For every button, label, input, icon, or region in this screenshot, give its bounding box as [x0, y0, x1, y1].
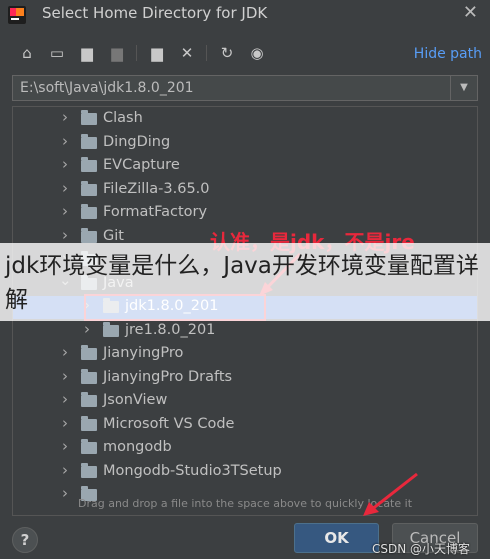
- tree-row-label: jre1.8.0_201: [125, 321, 216, 338]
- dialog-title: Select Home Directory for JDK: [42, 4, 268, 22]
- folder-icon: [81, 110, 97, 125]
- refresh-icon[interactable]: ↻: [216, 42, 238, 64]
- tree-row-label: JsonView: [103, 392, 168, 408]
- ok-button[interactable]: OK: [294, 523, 379, 553]
- chevron-right-icon[interactable]: ›: [59, 367, 71, 385]
- folder-icon: [81, 204, 97, 219]
- help-button[interactable]: ?: [12, 527, 38, 553]
- tree-row[interactable]: › JsonView: [13, 390, 477, 413]
- tree-row[interactable]: › JianyingPro Drafts: [13, 367, 477, 390]
- folder-icon: [81, 392, 97, 407]
- title-bar: Select Home Directory for JDK ✕: [0, 0, 490, 30]
- chevron-right-icon[interactable]: ›: [59, 390, 71, 408]
- close-icon[interactable]: ✕: [463, 2, 478, 23]
- tree-row[interactable]: › Microsoft VS Code: [13, 414, 477, 437]
- chevron-right-icon[interactable]: ›: [59, 108, 71, 126]
- tree-row-label: mongodb: [103, 439, 172, 455]
- hide-path-link[interactable]: Hide path: [414, 46, 482, 62]
- path-input[interactable]: E:\soft\Java\jdk1.8.0_201 ▼: [12, 75, 478, 101]
- folder-icon: [81, 180, 97, 196]
- folder-icon: [81, 415, 97, 431]
- toolbar-separator: [136, 45, 137, 61]
- tree-row-label: Mongodb-Studio3TSetup: [103, 462, 282, 479]
- new-folder-icon[interactable]: ▆: [146, 42, 168, 64]
- home-icon[interactable]: ⌂: [16, 42, 38, 64]
- toolbar-separator: [206, 45, 207, 61]
- folder-icon: [81, 227, 97, 243]
- path-dropdown-arrow-icon[interactable]: ▼: [450, 76, 477, 100]
- tree-row[interactable]: › DingDing: [13, 132, 477, 155]
- banner-text: jdk环境变量是什么，Java开发环境变量配置详解: [5, 253, 479, 313]
- folder-icon: [81, 133, 97, 149]
- chevron-right-icon[interactable]: ›: [59, 155, 71, 173]
- intellij-app-icon: [8, 6, 26, 24]
- watermark-text: CSDN @小天博客: [372, 542, 471, 556]
- tree-row-label: FileZilla-3.65.0: [103, 180, 210, 197]
- tree-row[interactable]: › jre1.8.0_201: [13, 320, 477, 343]
- chevron-right-icon[interactable]: ›: [81, 320, 93, 338]
- ok-pointer-arrow-icon: [363, 472, 418, 516]
- chevron-right-icon[interactable]: ›: [59, 202, 71, 220]
- tree-row-label: JianyingPro: [103, 345, 184, 361]
- tree-row-label: DingDing: [103, 133, 171, 150]
- tree-row[interactable]: › JianyingPro: [13, 343, 477, 366]
- folder-icon: [81, 345, 97, 360]
- folder-icon: [81, 368, 97, 384]
- tree-row[interactable]: › EVCapture: [13, 155, 477, 178]
- tree-row[interactable]: › Clash: [13, 108, 477, 131]
- tree-row[interactable]: › FormatFactory: [13, 202, 477, 225]
- delete-icon[interactable]: ✕: [176, 42, 198, 64]
- folder-icon: [81, 439, 97, 454]
- tree-row-label: FormatFactory: [103, 204, 208, 220]
- folder-icon: [103, 321, 119, 337]
- folder-icon: [81, 157, 97, 172]
- module-folder-icon[interactable]: ▆: [106, 42, 128, 64]
- chevron-right-icon[interactable]: ›: [59, 343, 71, 361]
- tree-row-label: JianyingPro Drafts: [103, 368, 233, 385]
- chevron-right-icon[interactable]: ›: [59, 437, 71, 455]
- desktop-icon[interactable]: ▭: [46, 42, 68, 64]
- show-hidden-icon[interactable]: ◉: [246, 42, 268, 64]
- chevron-right-icon[interactable]: ›: [59, 132, 71, 150]
- chevron-right-icon[interactable]: ›: [59, 414, 71, 432]
- project-folder-icon[interactable]: ▆: [76, 42, 98, 64]
- chevron-right-icon[interactable]: ›: [59, 461, 71, 479]
- path-value: E:\soft\Java\jdk1.8.0_201: [20, 80, 194, 96]
- tree-row-label: Clash: [103, 110, 143, 126]
- chevron-right-icon[interactable]: ›: [59, 179, 71, 197]
- overlay-banner: jdk环境变量是什么，Java开发环境变量配置详解: [0, 243, 490, 321]
- tree-row[interactable]: › mongodb: [13, 437, 477, 460]
- tree-row-label: EVCapture: [103, 157, 180, 173]
- tree-row-label: Git: [103, 227, 124, 244]
- chevron-right-icon[interactable]: ›: [59, 226, 71, 244]
- folder-icon: [81, 462, 97, 478]
- tree-row-label: Microsoft VS Code: [103, 415, 235, 432]
- tree-row[interactable]: › FileZilla-3.65.0: [13, 179, 477, 202]
